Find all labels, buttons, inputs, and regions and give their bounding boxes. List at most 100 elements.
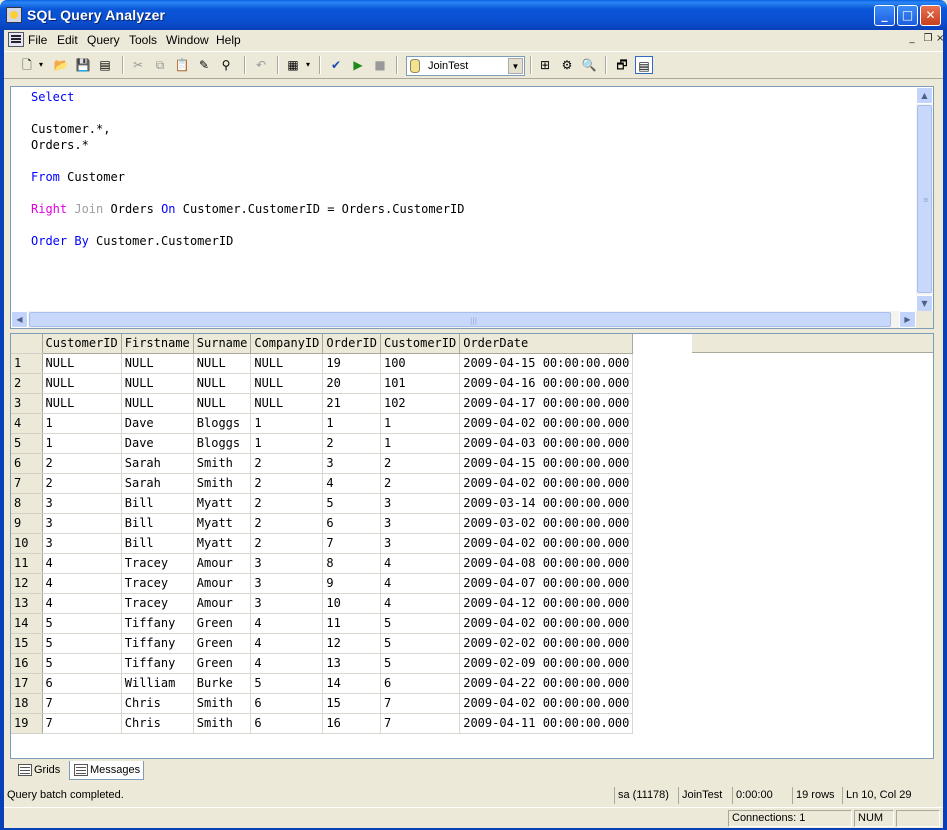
table-cell[interactable]: Tracey [121,593,194,614]
table-cell[interactable]: 1 [322,413,381,434]
table-cell[interactable]: Tracey [121,553,194,574]
table-cell[interactable]: NULL [193,353,252,374]
column-header[interactable]: OrderDate [459,334,634,354]
table-row[interactable]: 19 7 Chris Smith 6 16 7 2009-04-11 00:00:00.000 [11,713,634,734]
table-cell[interactable]: NULL [42,373,122,394]
scroll-down-icon[interactable]: ▼ [916,295,933,312]
table-cell[interactable]: 11 [322,613,381,634]
query-text[interactable]: Select Customer.*, Orders.* From Customer Ri… [31,89,465,249]
table-cell[interactable]: Amour [193,593,252,614]
column-header[interactable]: CustomerID [380,334,461,354]
table-cell[interactable]: Tiffany [121,653,194,674]
table-cell[interactable]: 4 [250,613,324,634]
scroll-up-icon[interactable]: ▲ [916,87,933,104]
table-cell[interactable]: 2009-03-14 00:00:00.000 [459,493,634,514]
menu-edit[interactable]: Edit [57,33,78,47]
table-cell[interactable]: 5 [380,633,461,654]
table-cell[interactable]: 2009-04-02 00:00:00.000 [459,693,634,714]
table-cell[interactable]: 3 [250,573,324,594]
row-number[interactable]: 16 [11,653,43,674]
table-cell[interactable]: 5 [42,613,122,634]
table-cell[interactable]: 2009-04-11 00:00:00.000 [459,713,634,734]
scroll-left-icon[interactable]: ◀ [11,311,28,328]
table-cell[interactable]: 3 [380,533,461,554]
table-cell[interactable]: 3 [42,513,122,534]
table-row[interactable]: 15 5 Tiffany Green 4 12 5 2009-02-02 00:00:00.0… [11,633,634,654]
index-tuning-icon[interactable]: ⚙ [558,56,576,74]
table-cell[interactable]: 12 [322,633,381,654]
table-cell[interactable]: Chris [121,713,194,734]
table-cell[interactable]: 7 [42,713,122,734]
table-cell[interactable]: 2009-04-07 00:00:00.000 [459,573,634,594]
row-number[interactable]: 2 [11,373,43,394]
table-cell[interactable]: 10 [322,593,381,614]
table-cell[interactable]: 2 [250,493,324,514]
table-cell[interactable]: NULL [121,393,194,414]
table-cell[interactable]: Amour [193,553,252,574]
table-cell[interactable]: 2 [250,473,324,494]
table-cell[interactable]: 7 [42,693,122,714]
table-cell[interactable]: 1 [250,413,324,434]
table-cell[interactable]: 4 [322,473,381,494]
table-cell[interactable]: 21 [322,393,381,414]
table-cell[interactable]: 2 [250,453,324,474]
table-cell[interactable]: Tiffany [121,633,194,654]
cancel-query-icon[interactable]: ■ [371,56,389,74]
table-cell[interactable]: Chris [121,693,194,714]
table-cell[interactable]: NULL [250,353,324,374]
table-cell[interactable]: Myatt [193,513,252,534]
query-editor[interactable]: Select Customer.*, Orders.* From Customer Ri… [10,86,934,329]
table-row[interactable]: 7 2 Sarah Smith 2 4 2 2009-04-02 00:00:00.000 [11,473,634,494]
editor-horizontal-scrollbar[interactable]: ◀ ||| ▶ [11,311,933,328]
object-browser-icon[interactable]: 🗗 [613,56,631,74]
table-cell[interactable]: 2009-04-02 00:00:00.000 [459,473,634,494]
table-cell[interactable]: 2009-04-02 00:00:00.000 [459,533,634,554]
scroll-right-icon[interactable]: ▶ [899,311,916,328]
table-cell[interactable]: 2 [250,533,324,554]
row-number[interactable]: 11 [11,553,43,574]
column-header[interactable]: CompanyID [250,334,324,354]
table-cell[interactable]: Tracey [121,573,194,594]
table-cell[interactable]: Tiffany [121,613,194,634]
table-cell[interactable]: 4 [250,653,324,674]
table-cell[interactable]: Sarah [121,453,194,474]
row-number[interactable]: 5 [11,433,43,454]
table-cell[interactable]: Smith [193,713,252,734]
table-row[interactable]: 12 4 Tracey Amour 3 9 4 2009-04-07 00:00:00.000 [11,573,634,594]
table-row[interactable]: 6 2 Sarah Smith 2 3 2 2009-04-15 00:00:00.000 [11,453,634,474]
table-cell[interactable]: 2 [322,433,381,454]
table-cell[interactable]: NULL [193,373,252,394]
table-cell[interactable]: 2 [42,453,122,474]
table-row[interactable]: 17 6 William Burke 5 14 6 2009-04-22 00:00:00.0… [11,673,634,694]
parse-query-icon[interactable]: ✔ [327,56,345,74]
table-cell[interactable]: Smith [193,693,252,714]
minimize-button[interactable]: _ [874,5,895,26]
table-cell[interactable]: 5 [380,613,461,634]
row-number[interactable]: 7 [11,473,43,494]
table-cell[interactable]: 2009-04-08 00:00:00.000 [459,553,634,574]
column-header[interactable]: OrderID [322,334,381,354]
query-window-icon[interactable] [8,32,24,47]
row-number[interactable]: 12 [11,573,43,594]
cut-icon[interactable]: ✂ [129,56,147,74]
table-cell[interactable]: 3 [380,493,461,514]
table-cell[interactable]: 3 [250,553,324,574]
table-cell[interactable]: 3 [42,493,122,514]
table-cell[interactable]: 4 [380,593,461,614]
table-cell[interactable]: 7 [380,693,461,714]
table-cell[interactable]: 6 [250,713,324,734]
child-close-button[interactable]: × [936,32,944,46]
table-row[interactable]: 1 NULL NULL NULL NULL 19 100 2009-04-15 00:00:0… [11,353,634,374]
table-cell[interactable]: 2009-02-09 00:00:00.000 [459,653,634,674]
row-number[interactable]: 19 [11,713,43,734]
table-cell[interactable]: Green [193,613,252,634]
maximize-button[interactable]: □ [897,5,918,26]
table-cell[interactable]: 2009-04-02 00:00:00.000 [459,613,634,634]
tab-grids[interactable]: Grids [14,761,68,780]
table-row[interactable]: 10 3 Bill Myatt 2 7 3 2009-04-02 00:00:00.000 [11,533,634,554]
table-cell[interactable]: 3 [322,453,381,474]
table-row[interactable]: 5 1 Dave Bloggs 1 2 1 2009-04-03 00:00:00.000 [11,433,634,454]
horizontal-scroll-thumb[interactable]: ||| [29,312,891,327]
table-cell[interactable]: Sarah [121,473,194,494]
table-cell[interactable]: Burke [193,673,252,694]
